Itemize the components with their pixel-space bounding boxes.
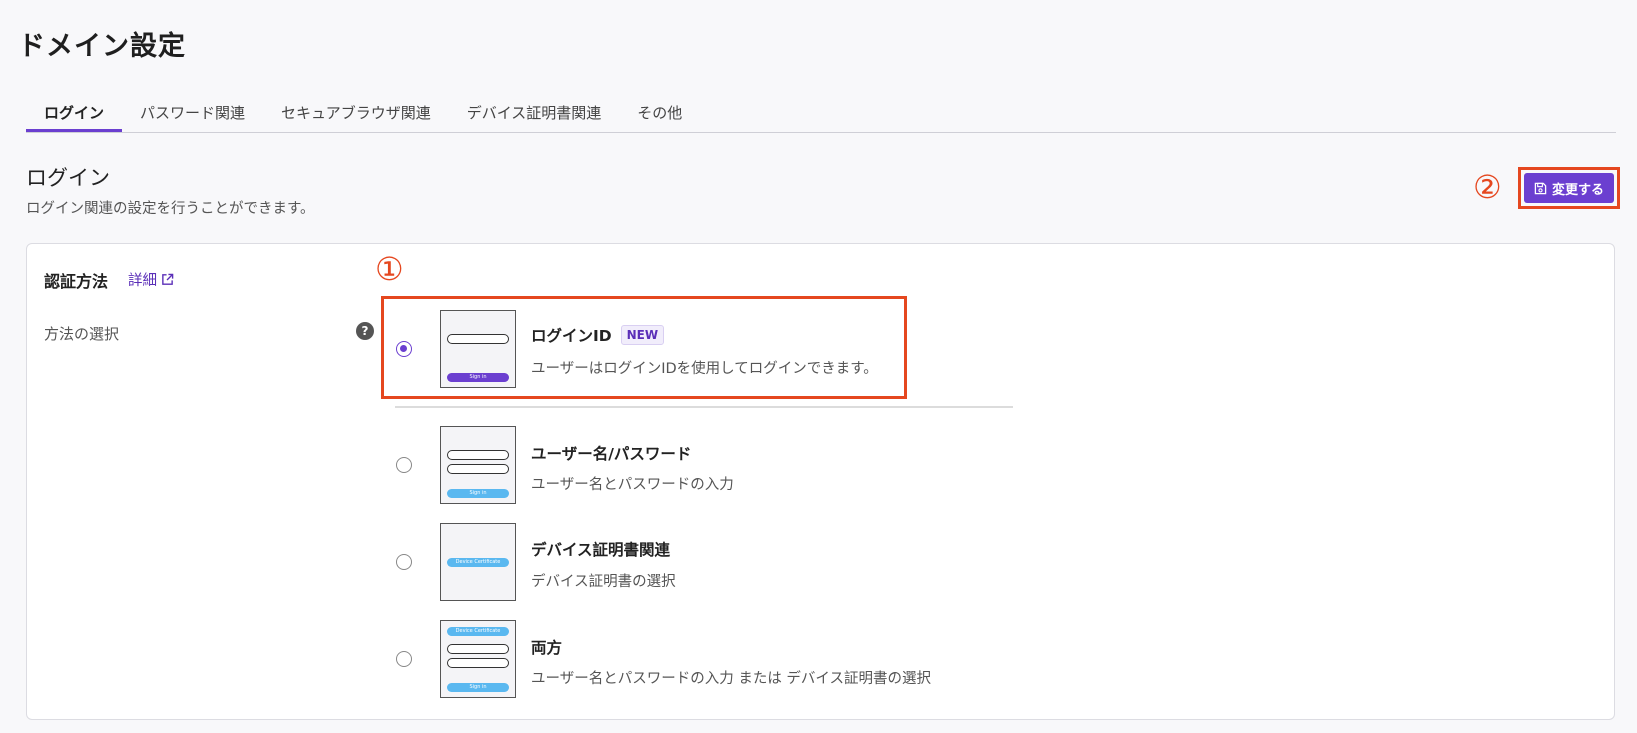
option-title-device-certificate: デバイス証明書関連 bbox=[531, 541, 671, 559]
option-divider bbox=[395, 406, 1013, 408]
option-description-device-certificate: デバイス証明書の選択 bbox=[531, 574, 676, 590]
preview-input-field bbox=[447, 334, 509, 344]
option-title-username-password: ユーザー名/パスワード bbox=[531, 445, 692, 463]
page-title: ドメイン設定 bbox=[18, 31, 186, 62]
section-title: ログイン bbox=[26, 166, 110, 190]
preview-certificate-button: Device Certificate bbox=[447, 558, 509, 567]
tab-login[interactable]: ログイン bbox=[26, 96, 123, 132]
preview-signin-button: Sign in bbox=[447, 489, 509, 498]
detail-link[interactable]: 詳細 bbox=[128, 269, 174, 290]
tab-device-certificate[interactable]: デバイス証明書関連 bbox=[449, 96, 620, 126]
new-badge: NEW bbox=[620, 325, 665, 345]
option-title-login-id-label: ログインID bbox=[531, 327, 612, 345]
save-icon bbox=[1534, 182, 1547, 194]
preview-signin-button: Sign in bbox=[447, 373, 509, 382]
radio-username-password[interactable] bbox=[396, 457, 412, 473]
preview-input-field bbox=[447, 644, 509, 654]
device-certificate-preview-image: Device Certificate bbox=[440, 523, 516, 601]
option-title-both: 両方 bbox=[531, 639, 563, 657]
preview-input-field bbox=[447, 450, 509, 460]
method-select-label: 方法の選択 bbox=[44, 325, 120, 343]
preview-input-field bbox=[447, 658, 509, 668]
help-icon[interactable]: ? bbox=[356, 322, 374, 340]
tab-secure-browser[interactable]: セキュアブラウザ関連 bbox=[263, 96, 449, 126]
tab-bar: ログイン パスワード関連 セキュアブラウザ関連 デバイス証明書関連 その他 bbox=[26, 96, 1616, 133]
option-title-login-id: ログインID NEW bbox=[531, 324, 665, 346]
option-description-login-id: ユーザーはログインIDを使用してログインできます。 bbox=[531, 361, 878, 377]
save-button-label: 変更する bbox=[1551, 182, 1604, 198]
preview-input-field bbox=[447, 464, 509, 474]
radio-login-id[interactable] bbox=[396, 341, 412, 357]
annotation-one: ① bbox=[375, 250, 404, 288]
radio-device-certificate[interactable] bbox=[396, 554, 412, 570]
preview-signin-button: Sign in bbox=[447, 683, 509, 692]
radio-both[interactable] bbox=[396, 651, 412, 667]
tab-password[interactable]: パスワード関連 bbox=[122, 96, 263, 126]
detail-link-label: 詳細 bbox=[128, 273, 157, 289]
preview-certificate-button: Device Certificate bbox=[447, 627, 509, 636]
username-password-preview-image: Sign in bbox=[440, 426, 516, 504]
save-button[interactable]: 変更する bbox=[1524, 173, 1614, 203]
annotation-two: ② bbox=[1473, 168, 1502, 206]
tab-other[interactable]: その他 bbox=[619, 96, 700, 126]
option-description-both: ユーザー名とパスワードの入力 または デバイス証明書の選択 bbox=[531, 671, 931, 687]
both-preview-image: Device Certificate Sign in bbox=[440, 620, 516, 698]
login-id-preview-image: Sign in bbox=[440, 310, 516, 388]
auth-method-title: 認証方法 bbox=[44, 272, 109, 291]
option-description-username-password: ユーザー名とパスワードの入力 bbox=[531, 477, 734, 493]
external-link-icon bbox=[162, 273, 174, 285]
section-description: ログイン関連の設定を行うことができます。 bbox=[26, 201, 315, 217]
